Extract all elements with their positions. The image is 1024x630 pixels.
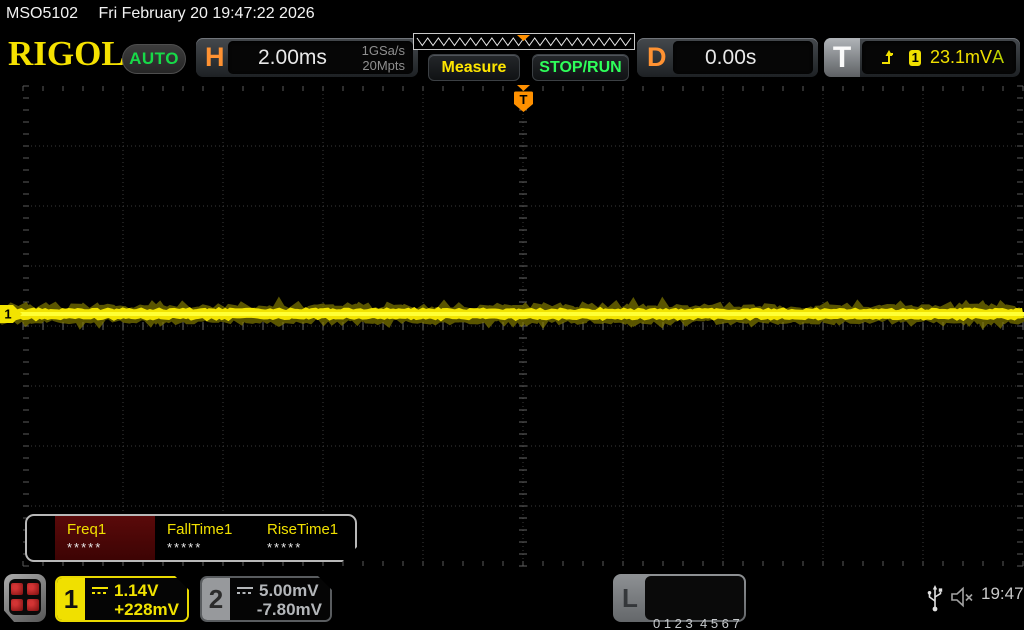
channel2-offset: -7.80mV [256,600,322,619]
channel1-marker-number: 1 [4,307,11,322]
clock-time: 19:47 [981,584,1024,603]
channel1-offset: +228mV [114,600,179,619]
trigger-label: T [824,38,860,77]
channel1-badge[interactable]: 1 1.14V +228mV [55,576,189,622]
channel2-number: 2 [202,578,230,620]
red-square-icon [27,583,39,595]
delay-label: D [647,42,667,72]
measurement-name: RiseTime1 [267,521,339,538]
measurement-name: Freq1 [67,521,107,538]
measurement-falltime1[interactable]: FallTime1 ***** [155,516,255,560]
dc-coupling-icon [91,586,109,595]
usb-icon [927,585,943,612]
trigger-level: 23.1mV [929,47,992,67]
measurement-value: ***** [67,540,103,555]
preview-zigzag-icon [416,35,632,47]
delay-panel[interactable]: D 0.00s [637,38,818,77]
measurement-value: ***** [167,540,203,555]
measure-button[interactable]: Measure [428,54,520,81]
acquisition-rates: 1GSa/s 20Mpts [362,43,413,73]
stop-run-button[interactable]: STOP/RUN [532,54,629,81]
status-bar: MSO5102 Fri February 20 19:47:22 2026 [0,0,1024,28]
channel1-scale: 1.14V [114,581,159,600]
trigger-marker-letter: T [520,92,528,107]
measurement-risetime1[interactable]: RiseTime1 ***** [255,516,355,560]
rigol-logo: RIGOL [8,34,125,73]
horizontal-panel[interactable]: H 2.00ms 1GSa/s 20Mpts [196,38,418,77]
windows-grid-icon[interactable] [4,574,46,622]
header-bar: RIGOL AUTO H 2.00ms 1GSa/s 20Mpts Measur… [0,28,1024,84]
channel1-number: 1 [57,578,85,620]
sample-rate: 1GSa/s [361,42,405,58]
trigger-coupling: A [991,47,1004,67]
acquisition-mode-badge[interactable]: AUTO [122,44,186,74]
speaker-muted-icon [951,586,973,608]
red-square-icon [11,599,23,611]
channel2-scale: 5.00mV [259,581,319,600]
bottom-bar: 1 1.14V +228mV 2 5.00mV -7.80mV L 0 1 2 … [0,568,1024,630]
measurement-freq1[interactable]: Freq1 ***** [55,516,155,560]
channel2-badge[interactable]: 2 5.00mV -7.80mV [200,576,332,622]
oscilloscope-screen: MSO5102 Fri February 20 19:47:22 2026 RI… [0,0,1024,630]
horizontal-label: H [205,42,225,72]
graticule: T 1 Freq1 ***** FallTime1 ***** RiseTime… [0,84,1024,568]
measurement-name: FallTime1 [167,521,233,538]
waveform-preview[interactable] [413,33,635,50]
timebase-value: 2.00ms [258,45,327,69]
delay-value: 0.00s [705,45,757,69]
status-datetime: Fri February 20 19:47:22 2026 [98,5,315,22]
logic-label: L [622,583,638,613]
trigger-source-badge: 1 [909,49,921,66]
model-name: MSO5102 [6,5,79,22]
measurements-panel[interactable]: Freq1 ***** FallTime1 ***** RiseTime1 **… [25,514,357,562]
rising-edge-icon [882,49,894,64]
memory-depth: 20Mpts [362,57,405,73]
channel1-position-marker[interactable]: 1 [0,305,24,323]
dc-coupling-icon [236,586,254,595]
trigger-position-marker[interactable]: T [509,85,539,115]
logic-row1: 0 1 2 3 4 5 6 7 [653,616,740,630]
grid-and-waveform [0,85,1024,567]
red-square-icon [27,599,39,611]
logic-channels-badge[interactable]: L 0 1 2 3 4 5 6 7 8 9 10 11 12 13 14 15 [613,574,746,630]
trigger-panel[interactable]: T 1 23.1mV A [824,38,1020,77]
measurement-value: ***** [267,540,303,555]
red-square-icon [11,583,23,595]
